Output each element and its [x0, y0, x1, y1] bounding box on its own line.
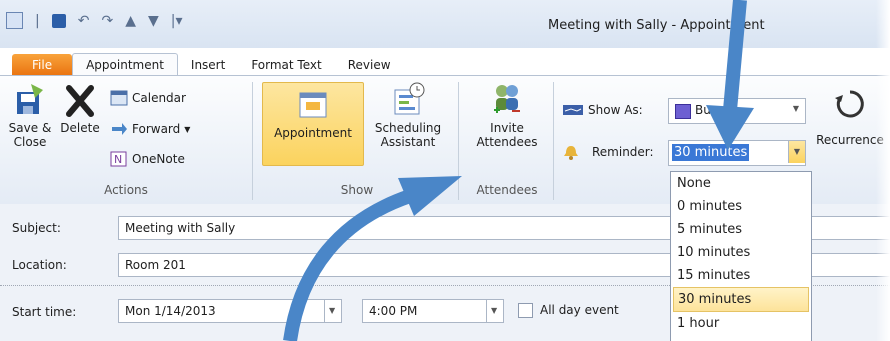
start-time-field[interactable]: 4:00 PM — [362, 299, 488, 323]
show-as-icon — [563, 105, 583, 115]
calendar-button[interactable]: Calendar — [110, 90, 186, 106]
scheduling-assistant-icon — [394, 82, 425, 115]
start-time-label: Start time: — [12, 305, 77, 319]
start-date-dropdown[interactable]: ▼ — [324, 299, 342, 323]
forward-icon — [112, 123, 127, 135]
save-icon[interactable] — [51, 13, 66, 28]
title-bar: | ↶ ↷ ▲ ▼ |▾ Meeting with Sally - Appoin… — [0, 0, 890, 48]
reminder-dropdown[interactable]: 30 minutes ▼ — [668, 140, 806, 166]
reminder-label: Reminder: — [562, 144, 654, 160]
window-title: Meeting with Sally - Appointment — [548, 18, 765, 33]
group-separator — [553, 82, 554, 200]
reminder-option[interactable]: 1 hour — [671, 312, 811, 335]
redo-icon[interactable]: ↷ — [101, 13, 113, 29]
reminder-option[interactable]: 15 minutes — [671, 264, 811, 287]
tab-insert[interactable]: Insert — [178, 54, 238, 76]
forward-button[interactable]: Forward ▼ — [110, 121, 190, 137]
save-close-button[interactable]: Save & Close — [8, 82, 52, 149]
invite-attendees-icon — [494, 85, 520, 113]
appointment-icon — [299, 92, 327, 118]
appointment-window: | ↶ ↷ ▲ ▼ |▾ Meeting with Sally - Appoin… — [0, 0, 890, 341]
all-day-checkbox[interactable] — [518, 303, 533, 318]
busy-color-swatch — [675, 104, 691, 119]
reminder-option[interactable]: 10 minutes — [671, 241, 811, 264]
chevron-down-icon: ▼ — [329, 306, 336, 315]
chevron-down-icon: ▼ — [184, 124, 191, 134]
group-label-attendees: Attendees — [476, 183, 538, 197]
onenote-button[interactable]: N OneNote — [110, 151, 185, 167]
calendar-app-icon[interactable] — [6, 12, 23, 29]
fade-edge — [876, 0, 890, 341]
customize-toolbar-icon[interactable]: |▾ — [171, 13, 183, 29]
tab-format-text[interactable]: Format Text — [238, 54, 334, 76]
reminder-option[interactable]: 0 minutes — [671, 195, 811, 218]
tab-appointment[interactable]: Appointment — [72, 53, 178, 76]
reminder-options-list: None 0 minutes 5 minutes 10 minutes 15 m… — [670, 171, 812, 341]
ribbon-tabs: File Appointment Insert Format Text Revi… — [12, 50, 404, 76]
down-arrow-icon[interactable]: ▼ — [148, 13, 159, 29]
up-arrow-icon[interactable]: ▲ — [125, 13, 136, 29]
delete-button[interactable]: Delete — [54, 82, 106, 135]
location-label: Location: — [12, 258, 67, 272]
reminder-option[interactable]: None — [671, 172, 811, 195]
start-date-field[interactable]: Mon 1/14/2013 — [118, 299, 332, 323]
reminder-option-selected[interactable]: 30 minutes — [673, 287, 809, 312]
onenote-icon: N — [110, 151, 127, 167]
tab-review[interactable]: Review — [335, 54, 404, 76]
calendar-icon — [110, 90, 128, 106]
undo-icon[interactable]: ↶ — [78, 13, 90, 29]
show-as-label: Show As: — [562, 103, 643, 117]
svg-text:N: N — [114, 153, 122, 166]
invite-attendees-button[interactable]: Invite Attendees — [466, 82, 548, 149]
separator-icon: | — [35, 12, 40, 29]
bell-icon — [564, 146, 578, 160]
group-separator — [252, 82, 253, 200]
group-label-actions: Actions — [104, 183, 148, 197]
save-close-icon — [17, 84, 43, 114]
scheduling-assistant-button[interactable]: Scheduling Assistant — [366, 82, 450, 149]
recurrence-icon — [835, 90, 864, 118]
tab-file[interactable]: File — [12, 54, 73, 76]
all-day-label: All day event — [540, 303, 619, 317]
delete-icon — [66, 85, 94, 117]
show-as-dropdown[interactable]: Bu ▼ — [668, 98, 806, 124]
chevron-down-icon[interactable]: ▼ — [788, 141, 805, 163]
group-label-show: Show — [340, 183, 374, 197]
reminder-option[interactable]: 5 minutes — [671, 218, 811, 241]
subject-label: Subject: — [12, 221, 61, 235]
appointment-view-button[interactable]: Appointment — [262, 82, 364, 166]
group-separator — [458, 82, 459, 200]
chevron-down-icon: ▼ — [792, 104, 799, 113]
start-time-dropdown[interactable]: ▼ — [486, 299, 504, 323]
chevron-down-icon: ▼ — [491, 306, 498, 315]
quick-access-toolbar: | ↶ ↷ ▲ ▼ |▾ — [6, 12, 183, 29]
